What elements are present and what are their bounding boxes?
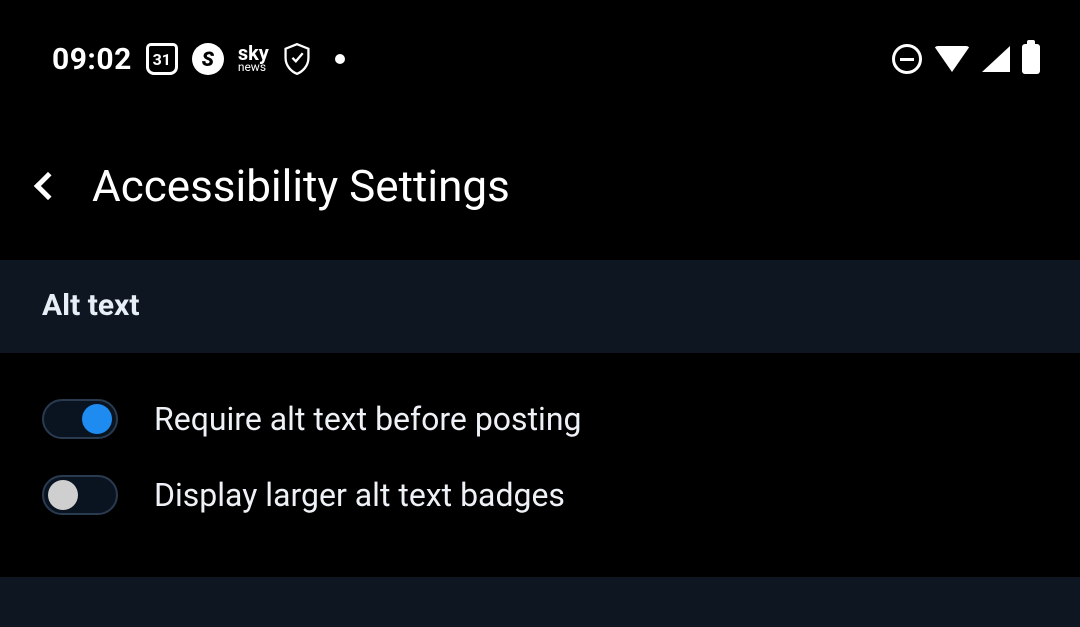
status-right xyxy=(892,44,1040,74)
page-title: Accessibility Settings xyxy=(92,160,510,212)
setting-row-larger-badges[interactable]: Display larger alt text badges xyxy=(0,457,1080,533)
section-header-alt-text: Alt text xyxy=(0,260,1080,353)
setting-label-require-alt: Require alt text before posting xyxy=(154,400,581,438)
setting-row-require-alt[interactable]: Require alt text before posting xyxy=(0,381,1080,457)
sky-news-bottom: news xyxy=(238,62,266,72)
page-header: Accessibility Settings xyxy=(0,100,1080,260)
status-bar: 09:02 31 S sky news xyxy=(0,0,1080,100)
do-not-disturb-icon xyxy=(892,44,922,74)
sky-news-icon: sky news xyxy=(238,45,269,72)
wifi-icon xyxy=(934,46,970,72)
shield-icon xyxy=(283,43,311,75)
battery-icon xyxy=(1022,44,1040,74)
cellular-signal-icon xyxy=(982,46,1010,72)
toggle-knob xyxy=(48,480,78,510)
section-title: Alt text xyxy=(42,288,139,323)
settings-list: Require alt text before posting Display … xyxy=(0,353,1080,561)
app-icon: S xyxy=(192,43,224,75)
status-left: 09:02 31 S sky news xyxy=(52,42,345,77)
next-section-header xyxy=(0,577,1080,627)
back-icon[interactable] xyxy=(34,172,62,200)
calendar-day: 31 xyxy=(146,43,178,75)
toggle-require-alt[interactable] xyxy=(42,399,118,439)
toggle-knob xyxy=(82,404,112,434)
setting-label-larger-badges: Display larger alt text badges xyxy=(154,476,565,514)
toggle-larger-badges[interactable] xyxy=(42,475,118,515)
notification-dot-icon xyxy=(335,54,345,64)
status-clock: 09:02 xyxy=(52,42,132,77)
calendar-icon: 31 xyxy=(146,43,178,75)
